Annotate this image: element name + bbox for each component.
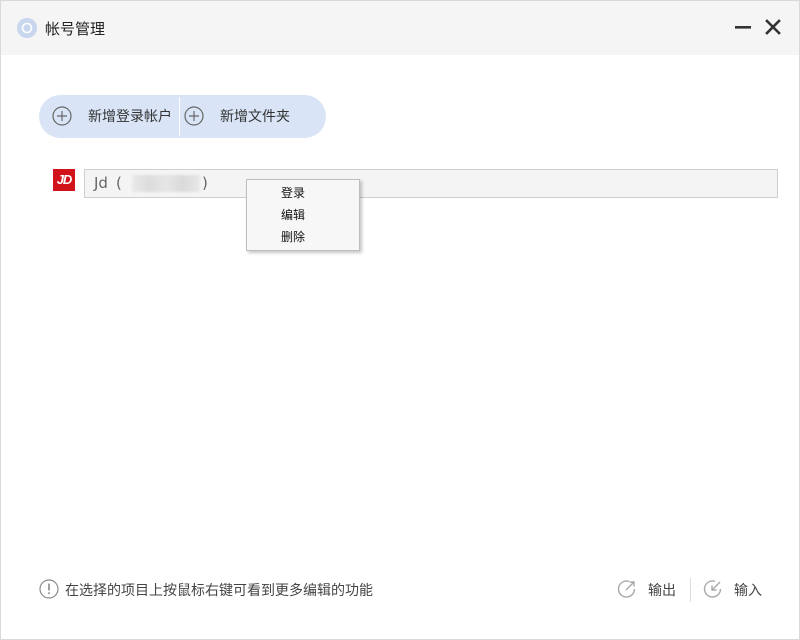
- context-menu-delete-label: 删除: [281, 230, 306, 244]
- minimize-button[interactable]: [731, 15, 755, 39]
- app-logo-icon: [17, 18, 37, 38]
- export-button[interactable]: 输出: [615, 575, 681, 605]
- context-menu-edit-label: 编辑: [281, 208, 306, 222]
- import-icon: [703, 580, 722, 598]
- account-row[interactable]: JD Jd ( ): [53, 169, 778, 199]
- context-menu-edit[interactable]: 编辑: [247, 204, 359, 226]
- close-icon: [765, 19, 781, 35]
- add-folder-button[interactable]: 新增文件夹: [180, 95, 326, 138]
- account-item[interactable]: Jd ( ): [84, 169, 778, 198]
- account-paren-close: ): [202, 174, 208, 192]
- import-label: 输入: [734, 583, 762, 599]
- plus-circle-icon: [184, 106, 204, 126]
- toolbar: 新增登录帐户 新增文件夹: [39, 95, 326, 138]
- jd-logo-icon: JD: [53, 169, 75, 191]
- title-bar[interactable]: 帐号管理: [1, 1, 799, 55]
- account-paren-open: (: [116, 174, 122, 192]
- export-label: 输出: [648, 583, 676, 599]
- context-menu-login-label: 登录: [281, 186, 306, 200]
- account-id-redacted: [132, 175, 200, 192]
- footer-divider: [690, 578, 691, 602]
- account-manager-window: 帐号管理 新增登录帐户 新增文件夹 JD Jd () 登录 编辑 删除 在选择…: [0, 0, 800, 640]
- export-icon: [617, 580, 636, 598]
- plus-circle-icon: [52, 106, 72, 126]
- add-account-button[interactable]: 新增登录帐户: [39, 95, 179, 138]
- context-menu-login[interactable]: 登录: [247, 182, 359, 204]
- minimize-icon: [735, 26, 751, 29]
- add-account-label: 新增登录帐户: [88, 109, 172, 125]
- hint-text: 在选择的项目上按鼠标右键可看到更多编辑的功能: [65, 583, 373, 599]
- context-menu: 登录 编辑 删除: [246, 179, 360, 251]
- window-title: 帐号管理: [45, 20, 106, 38]
- import-button[interactable]: 输入: [701, 575, 767, 605]
- add-folder-label: 新增文件夹: [220, 109, 290, 125]
- context-menu-delete[interactable]: 删除: [247, 226, 359, 248]
- info-icon: [39, 579, 59, 599]
- close-button[interactable]: [761, 15, 785, 39]
- account-name: Jd: [94, 174, 108, 192]
